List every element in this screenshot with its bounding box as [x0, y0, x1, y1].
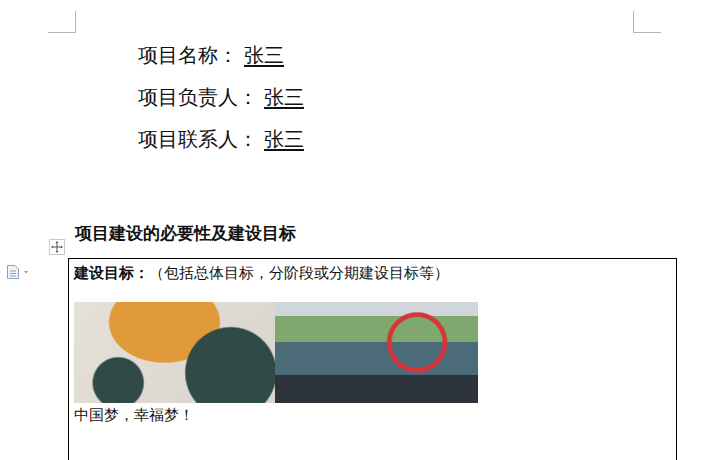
corner-mark-icon	[48, 11, 76, 33]
photo-row	[74, 302, 671, 403]
info-value[interactable]: 张三	[244, 34, 284, 76]
info-row: 项目名称：张三	[138, 34, 721, 76]
cell-caption: 中国梦，幸福梦！	[74, 405, 671, 425]
corner-mark-icon	[633, 11, 661, 33]
cell-label: 建设目标：	[74, 264, 149, 282]
info-value[interactable]: 张三	[264, 76, 304, 118]
video-frame-photo[interactable]	[275, 302, 478, 403]
info-label: 项目名称：	[138, 34, 238, 76]
content-table: 建设目标：（包括总体目标，分阶段或分期建设目标等） 中国梦，幸福梦！	[68, 258, 677, 460]
project-info: 项目名称：张三项目负责人：张三项目联系人：张三	[0, 0, 721, 160]
cell-title: 建设目标：（包括总体目标，分阶段或分期建设目标等）	[74, 263, 671, 283]
table-cell[interactable]: 建设目标：（包括总体目标，分阶段或分期建设目标等） 中国梦，幸福梦！	[69, 259, 676, 460]
document-page: 项目名称：张三项目负责人：张三项目联系人：张三项目建设的必要性及建设目标建设目标…	[0, 0, 721, 460]
paragraph-document-icon[interactable]	[6, 265, 32, 279]
info-label: 项目联系人：	[138, 118, 258, 160]
logo-photo[interactable]	[74, 302, 275, 403]
info-row: 项目负责人：张三	[138, 76, 721, 118]
table-move-icon[interactable]	[49, 239, 65, 255]
info-row: 项目联系人：张三	[138, 118, 721, 160]
info-label: 项目负责人：	[138, 76, 258, 118]
info-value[interactable]: 张三	[264, 118, 304, 160]
cell-hint: （包括总体目标，分阶段或分期建设目标等）	[149, 264, 449, 282]
section-heading: 项目建设的必要性及建设目标	[0, 222, 721, 244]
